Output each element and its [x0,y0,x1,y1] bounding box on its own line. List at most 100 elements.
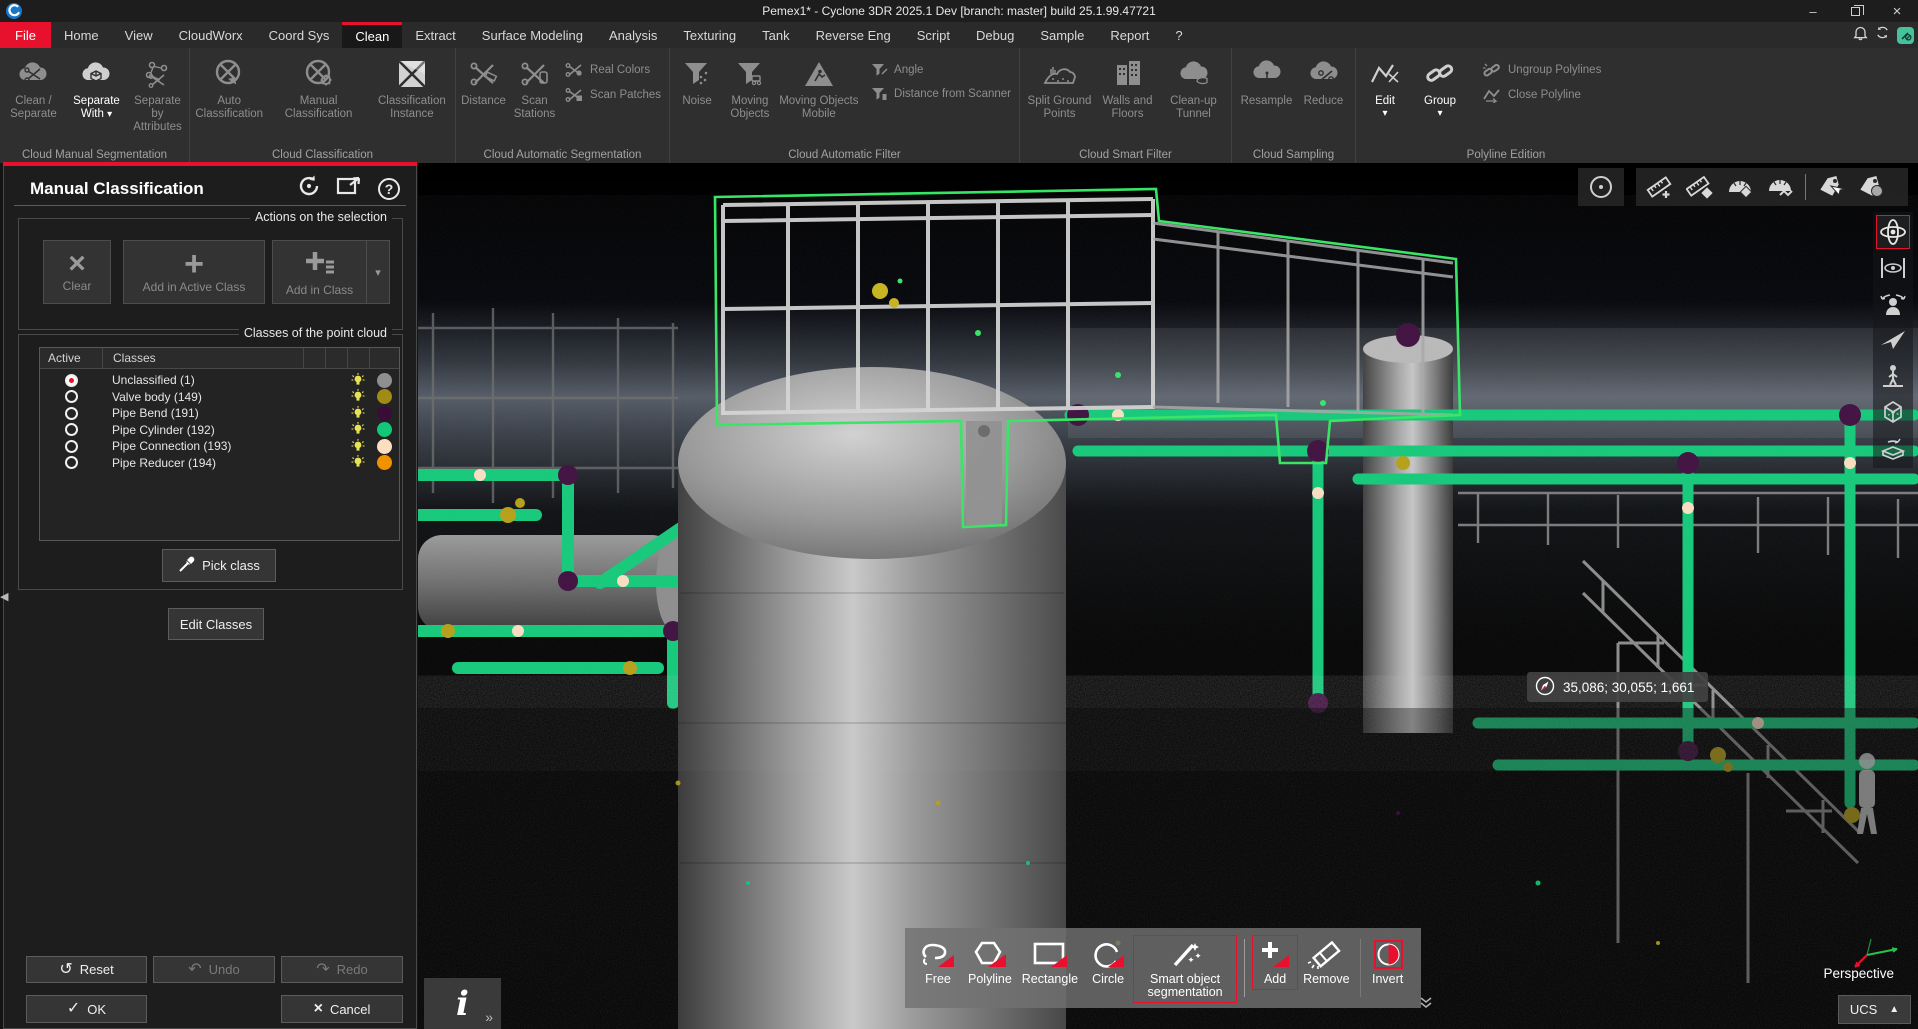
target-circle-icon[interactable] [1584,171,1618,203]
tab-report[interactable]: Report [1097,22,1162,48]
expand-chevrons-icon[interactable]: » [485,1009,493,1025]
add-measure-icon[interactable] [1642,171,1678,203]
assistant-disabled-icon[interactable] [1897,27,1914,44]
ribbon-walls-and-floors[interactable]: Walls and Floors [1095,52,1161,140]
visibility-bulb-icon[interactable] [347,373,369,388]
ribbon-ungroup-polylines[interactable]: Ungroup Polylines [1482,62,1601,78]
detach-panel-icon[interactable] [336,174,364,203]
tab-surface-modeling[interactable]: Surface Modeling [469,22,596,48]
notifications-bell-icon[interactable] [1853,25,1868,46]
ribbon-auto-classification[interactable]: Auto Classification [192,52,266,140]
ribbon-separate-with[interactable]: Separate With ▾ [65,52,128,140]
visibility-bulb-icon[interactable] [347,406,369,421]
edit-classes-button[interactable]: Edit Classes [168,608,264,640]
close-button[interactable]: × [1876,0,1918,22]
ribbon-moving-objects-mobile[interactable]: Moving Objects Mobile [778,52,860,140]
tool-smart-object-segmentation[interactable]: Smart object segmentation [1133,935,1237,1003]
panel-collapse-arrow[interactable]: ◀ [0,590,8,603]
ribbon-distance-from-scanner[interactable]: Distance from Scanner [870,86,1011,101]
tab-coord-sys[interactable]: Coord Sys [256,22,343,48]
ribbon-scan-patches[interactable]: Scan Patches [564,87,661,103]
ribbon-manual-classification[interactable]: Manual Classification [280,52,356,140]
tab-home[interactable]: Home [51,22,112,48]
orbit-tool[interactable] [1876,215,1910,249]
ucs-selector[interactable]: UCS ▲ [1838,995,1911,1024]
tab-cloudworx[interactable]: CloudWorx [166,22,256,48]
select-label-icon[interactable] [1813,171,1849,203]
clear-selection-button[interactable]: × Clear [43,240,111,304]
constrained-orbit-tool[interactable] [1876,251,1910,285]
ribbon-separate-by-attributes[interactable]: Separate by Attributes [128,52,187,140]
collapse-toolbar-chevron-icon[interactable] [1417,996,1435,1015]
tool-add[interactable]: Add [1252,935,1298,990]
cancel-button[interactable]: × Cancel [281,995,403,1023]
help-icon[interactable]: ? [378,178,400,200]
class-color-swatch[interactable] [377,422,392,437]
restore-defaults-icon[interactable] [296,173,322,204]
ribbon-reduce[interactable]: Reduce [1297,52,1351,140]
ribbon-edit-polyline[interactable]: Edit ▾ [1358,52,1412,140]
class-color-swatch[interactable] [377,373,392,388]
ribbon-noise[interactable]: Noise [672,52,722,140]
tab-help[interactable]: ? [1162,22,1195,48]
class-row[interactable]: Pipe Cylinder (192) [40,422,399,439]
ribbon-classification-instance[interactable]: Classification Instance [371,52,453,140]
ribbon-group-polyline[interactable]: Group ▾ [1412,52,1468,140]
view-cube-tool[interactable] [1876,395,1910,429]
tool-circle[interactable]: Circle [1083,935,1133,990]
tab-tank[interactable]: Tank [749,22,802,48]
active-radio[interactable] [65,440,78,453]
tab-file[interactable]: File [0,22,51,48]
label-circle-icon[interactable] [1853,171,1889,203]
ribbon-split-ground-points[interactable]: Split Ground Points [1025,52,1095,140]
add-in-class-dropdown[interactable]: ▾ [367,240,390,304]
ribbon-resample[interactable]: Resample [1237,52,1297,140]
tool-remove[interactable]: Remove [1298,935,1355,990]
tab-view[interactable]: View [112,22,166,48]
turntable-tool[interactable] [1876,431,1910,465]
ribbon-cleanup-tunnel[interactable]: Clean-up Tunnel [1161,52,1227,140]
tab-texturing[interactable]: Texturing [670,22,749,48]
visibility-bulb-icon[interactable] [347,422,369,437]
tab-analysis[interactable]: Analysis [596,22,670,48]
active-radio[interactable] [65,407,78,420]
visibility-bulb-icon[interactable] [347,455,369,470]
tool-invert[interactable]: Invert [1366,935,1410,990]
look-around-tool[interactable] [1876,287,1910,321]
add-in-active-class-button[interactable]: + Add in Active Class [123,240,265,304]
ribbon-angle[interactable]: Angle [870,62,1011,77]
measure-angle-icon[interactable] [1722,171,1758,203]
viewport-scene[interactable] [418,163,1918,1029]
class-row[interactable]: Unclassified (1) [40,372,399,389]
pick-class-button[interactable]: Pick class [162,549,276,582]
reset-button[interactable]: ↺ Reset [26,956,147,983]
walk-tool[interactable] [1876,359,1910,393]
class-color-swatch[interactable] [377,389,392,404]
measure-angle-line-icon[interactable] [1762,171,1798,203]
tool-free[interactable]: Free [913,935,963,990]
active-radio[interactable] [65,423,78,436]
class-color-swatch[interactable] [377,455,392,470]
tab-extract[interactable]: Extract [402,22,468,48]
tab-script[interactable]: Script [904,22,963,48]
measure-distance-icon[interactable] [1682,171,1718,203]
class-row[interactable]: Pipe Connection (193) [40,438,399,455]
undo-button[interactable]: ↶ Undo [153,956,275,983]
redo-button[interactable]: ↷ Redo [281,956,403,983]
tab-reverse-eng[interactable]: Reverse Eng [803,22,904,48]
projection-mode-label[interactable]: Perspective [1823,966,1894,981]
3d-viewport[interactable]: 35,086; 30,055; 1,661 Free Polyline Rect… [418,163,1918,1029]
ribbon-moving-objects[interactable]: Moving Objects [722,52,778,140]
tab-debug[interactable]: Debug [963,22,1027,48]
class-color-swatch[interactable] [377,406,392,421]
visibility-bulb-icon[interactable] [347,439,369,454]
restore-button[interactable] [1834,0,1876,22]
minimize-button[interactable]: – [1792,0,1834,22]
class-row[interactable]: Pipe Reducer (194) [40,455,399,472]
ribbon-real-colors[interactable]: Real Colors [564,62,661,78]
class-color-swatch[interactable] [377,439,392,454]
add-in-class-button[interactable]: Add in Class [272,240,367,304]
class-row[interactable]: Valve body (149) [40,389,399,406]
tool-rectangle[interactable]: Rectangle [1017,935,1083,990]
active-radio[interactable] [65,390,78,403]
